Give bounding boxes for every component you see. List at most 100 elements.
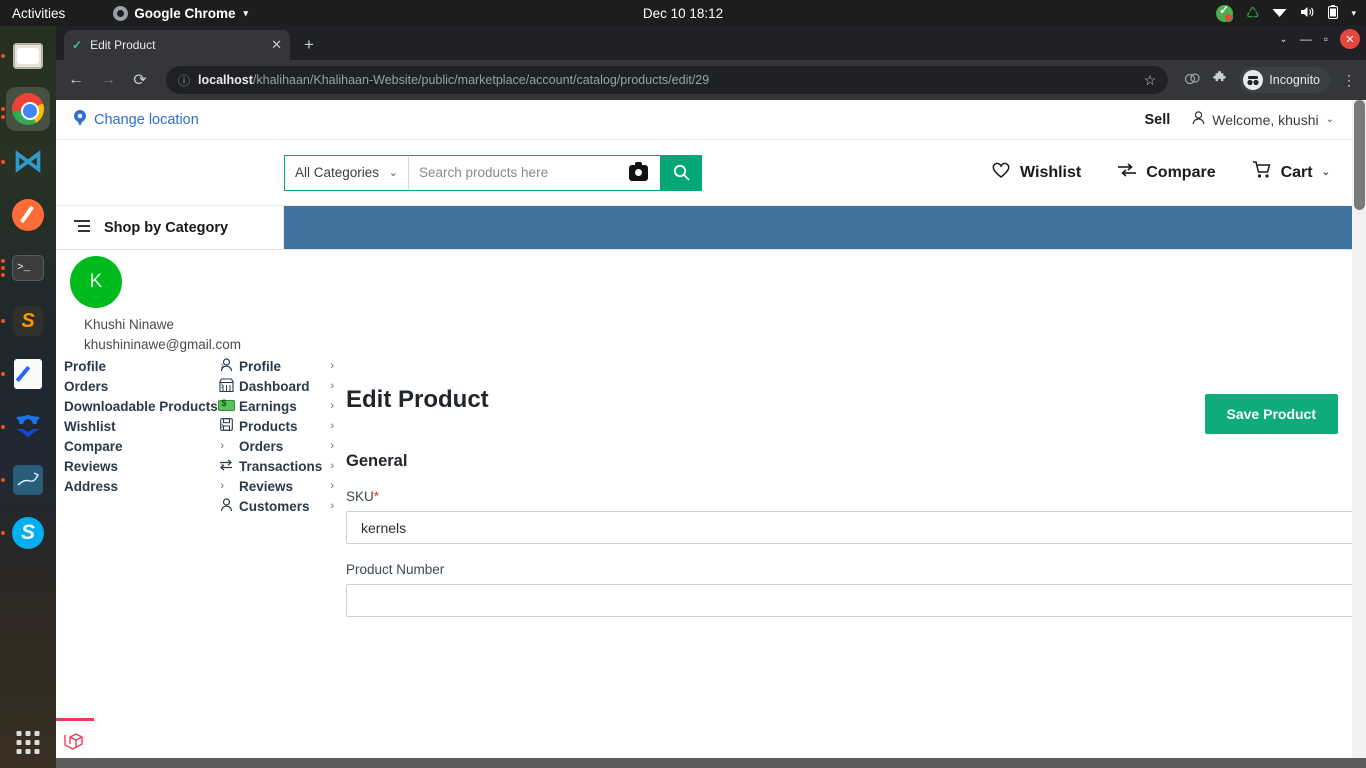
chevron-down-icon: ⌄ bbox=[1321, 167, 1330, 178]
heart-icon bbox=[991, 161, 1011, 184]
running-indicator bbox=[1, 531, 5, 535]
site-info-icon[interactable]: ⓘ bbox=[178, 72, 190, 89]
seller-menu-right: Profile › Dashboard › Earnings › Product… bbox=[216, 356, 334, 516]
search-button[interactable] bbox=[660, 154, 702, 191]
dock-item-arrows-app[interactable] bbox=[1, 405, 50, 449]
cart-icon bbox=[1252, 161, 1272, 184]
seller-menu-item-products[interactable]: Products › bbox=[216, 416, 334, 436]
tab-search-icon[interactable]: ⌄ bbox=[1279, 34, 1287, 45]
page-scrollbar-thumb[interactable] bbox=[1354, 100, 1365, 210]
dock-item-vscode[interactable]: ⋈ bbox=[1, 140, 50, 184]
seller-menu-item-transactions[interactable]: Transactions › bbox=[216, 456, 334, 476]
account-menu[interactable]: Welcome, khushi ⌄ bbox=[1192, 111, 1334, 128]
shield-check-icon[interactable] bbox=[1216, 3, 1234, 22]
recycle-icon[interactable]: ♺ bbox=[1246, 6, 1259, 21]
menu-label: Wishlist bbox=[64, 418, 116, 434]
menu-item-reviews[interactable]: Reviews › bbox=[64, 456, 224, 476]
forward-button[interactable]: → bbox=[98, 71, 118, 89]
running-indicator bbox=[1, 160, 5, 164]
person-icon bbox=[1192, 111, 1205, 128]
dock-item-sublime[interactable]: S bbox=[1, 299, 50, 343]
seller-menu-item-profile[interactable]: Profile › bbox=[216, 356, 334, 376]
incognito-indicator[interactable]: Incognito bbox=[1239, 67, 1330, 93]
tab-title: Edit Product bbox=[90, 38, 156, 52]
menu-item-address[interactable]: Address › bbox=[64, 476, 224, 496]
close-window-button[interactable]: ✕ bbox=[1340, 29, 1360, 49]
dock-item-postman[interactable] bbox=[6, 193, 50, 237]
wishlist-link[interactable]: Wishlist bbox=[991, 161, 1081, 184]
chevron-right-icon: › bbox=[330, 500, 334, 512]
promo-banner bbox=[284, 206, 1352, 249]
chevron-down-icon[interactable]: ▾ bbox=[1351, 8, 1356, 19]
dock-item-chrome[interactable] bbox=[1, 87, 50, 131]
shop-by-category-button[interactable]: Shop by Category bbox=[56, 206, 284, 249]
cookie-blocked-icon[interactable] bbox=[1184, 72, 1200, 89]
new-tab-button[interactable]: + bbox=[304, 35, 314, 55]
dock-item-mysql-workbench[interactable] bbox=[1, 458, 50, 502]
extensions-puzzle-icon[interactable] bbox=[1212, 70, 1227, 89]
gnome-top-bar: Activities Google Chrome ▾ Dec 10 18:12 … bbox=[0, 0, 1366, 26]
compare-link[interactable]: Compare bbox=[1117, 162, 1216, 183]
chevron-right-icon: › bbox=[330, 460, 334, 472]
dock-item-text-editor[interactable] bbox=[1, 352, 50, 396]
dock-item-terminal[interactable]: >_ bbox=[1, 246, 50, 290]
menu-label: Reviews bbox=[239, 478, 294, 494]
camera-icon[interactable] bbox=[629, 161, 648, 181]
cart-link[interactable]: Cart ⌄ bbox=[1252, 161, 1330, 184]
cart-label: Cart bbox=[1280, 163, 1313, 181]
dock-item-skype[interactable]: S bbox=[1, 511, 50, 555]
minimize-button[interactable]: — bbox=[1300, 32, 1312, 46]
system-tray[interactable]: ♺ ▾ bbox=[1216, 3, 1356, 22]
menu-item-profile[interactable]: Profile › bbox=[64, 356, 224, 376]
taskbar-item-laravel[interactable] bbox=[56, 718, 94, 758]
seller-menu-item-dashboard[interactable]: Dashboard › bbox=[216, 376, 334, 396]
search-input[interactable] bbox=[419, 165, 629, 180]
sell-link[interactable]: Sell bbox=[1144, 112, 1170, 128]
address-bar-url: localhost/khalihaan/Khalihaan-Website/pu… bbox=[198, 73, 709, 87]
save-disk-icon bbox=[216, 418, 236, 434]
menu-item-downloadable-products[interactable]: Downloadable Products› bbox=[64, 396, 225, 416]
show-applications-icon[interactable] bbox=[16, 731, 40, 754]
header-nav-right: Wishlist Compare Cart ⌄ bbox=[991, 161, 1352, 184]
running-indicator bbox=[1, 478, 5, 482]
running-indicator bbox=[1, 319, 5, 323]
product-number-label: Product Number bbox=[346, 562, 445, 577]
dock-item-files[interactable] bbox=[1, 34, 50, 78]
postman-icon bbox=[12, 199, 44, 231]
seller-menu-item-orders[interactable]: Orders › bbox=[216, 436, 334, 456]
sku-input[interactable] bbox=[346, 511, 1366, 544]
seller-menu-item-reviews[interactable]: Reviews › bbox=[216, 476, 334, 496]
running-indicator bbox=[1, 54, 5, 58]
menu-item-orders[interactable]: Orders› bbox=[64, 376, 224, 396]
seller-menu-item-earnings[interactable]: Earnings › bbox=[216, 396, 334, 416]
tab-strip: ✓ Edit Product ✕ + ⌄ — ▫ ✕ bbox=[56, 26, 1366, 60]
page-scrollbar-track[interactable] bbox=[1352, 100, 1366, 768]
menu-label: Profile bbox=[239, 358, 282, 374]
bookmark-star-icon[interactable]: ☆ bbox=[1144, 72, 1157, 89]
change-location-label: Change location bbox=[94, 111, 199, 128]
reload-button[interactable]: ⟳ bbox=[130, 70, 150, 90]
section-title-general: General bbox=[346, 452, 408, 470]
browser-tab-edit-product[interactable]: ✓ Edit Product ✕ bbox=[64, 30, 290, 60]
seller-menu-item-customers[interactable]: Customers › bbox=[216, 496, 334, 516]
list-icon bbox=[74, 220, 90, 235]
close-icon[interactable]: ✕ bbox=[271, 37, 282, 53]
address-bar[interactable]: ⓘ localhost/khalihaan/Khalihaan-Website/… bbox=[166, 66, 1169, 94]
tab-favicon-icon: ✓ bbox=[72, 38, 83, 52]
save-product-button[interactable]: Save Product bbox=[1204, 394, 1338, 434]
volume-icon[interactable] bbox=[1300, 6, 1315, 20]
category-select[interactable]: All Categories ⌄ bbox=[284, 154, 408, 191]
change-location-link[interactable]: Change location bbox=[74, 110, 199, 129]
chevron-down-icon: ⌄ bbox=[388, 167, 398, 179]
chrome-menu-button[interactable]: ⋮ bbox=[1342, 72, 1356, 89]
product-number-input[interactable] bbox=[346, 584, 1366, 617]
menu-item-compare[interactable]: Compare › bbox=[64, 436, 224, 456]
wifi-icon[interactable] bbox=[1272, 7, 1287, 20]
back-button[interactable]: ← bbox=[66, 71, 86, 89]
active-app-menu[interactable]: Google Chrome ▾ bbox=[113, 5, 248, 21]
maximize-button[interactable]: ▫ bbox=[1324, 32, 1328, 46]
activities-button[interactable]: Activities bbox=[12, 6, 65, 21]
menu-item-wishlist[interactable]: Wishlist › bbox=[64, 416, 224, 436]
search-row: All Categories ⌄ Wishlist bbox=[56, 140, 1352, 206]
battery-icon[interactable] bbox=[1328, 5, 1339, 21]
